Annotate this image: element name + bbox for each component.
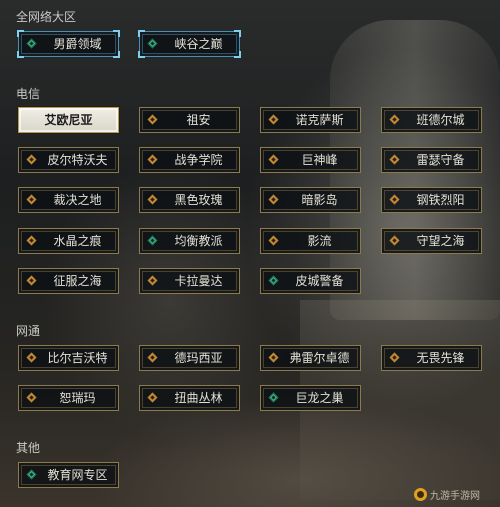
watermark-logo-icon (414, 487, 427, 501)
server-status-icon (26, 275, 37, 286)
server-button-netcom-5[interactable]: 扭曲丛林 (139, 385, 240, 411)
server-button-netcom-2[interactable]: 弗雷尔卓德 (260, 345, 361, 371)
watermark-text: 九游手游网 (430, 490, 480, 502)
server-status-icon (147, 275, 158, 286)
server-button-telecom-12[interactable]: 水晶之痕 (18, 228, 119, 254)
server-button-telecom-16[interactable]: 征服之海 (18, 268, 119, 294)
server-status-icon (268, 194, 279, 205)
server-button-netcom-4[interactable]: 恕瑞玛 (18, 385, 119, 411)
server-status-icon (26, 154, 37, 165)
server-status-icon (147, 154, 158, 165)
server-button-telecom-0[interactable]: 艾欧尼亚 (18, 107, 119, 133)
server-button-telecom-14[interactable]: 影流 (260, 228, 361, 254)
server-button-telecom-2[interactable]: 诺克萨斯 (260, 107, 361, 133)
server-button-netcom-1[interactable]: 德玛西亚 (139, 345, 240, 371)
server-button-telecom-18[interactable]: 皮城警备 (260, 268, 361, 294)
server-status-icon (147, 114, 158, 125)
server-status-icon (268, 154, 279, 165)
server-button-telecom-15[interactable]: 守望之海 (381, 228, 482, 254)
server-button-telecom-9[interactable]: 黑色玫瑰 (139, 187, 240, 213)
server-button-telecom-1[interactable]: 祖安 (139, 107, 240, 133)
server-status-icon (268, 235, 279, 246)
server-button-telecom-10[interactable]: 暗影岛 (260, 187, 361, 213)
section-title-all: 全网络大区 (16, 10, 77, 24)
server-button-telecom-7[interactable]: 雷瑟守备 (381, 147, 482, 173)
server-status-icon (147, 38, 158, 49)
server-status-icon (147, 352, 158, 363)
server-button-netcom-3[interactable]: 无畏先锋 (381, 345, 482, 371)
server-status-icon (26, 194, 37, 205)
server-status-icon (389, 194, 400, 205)
server-status-icon (268, 114, 279, 125)
section-title-other: 其他 (16, 441, 41, 455)
server-status-icon (147, 392, 158, 403)
server-status-icon (147, 194, 158, 205)
server-status-icon (389, 235, 400, 246)
server-status-icon (147, 235, 158, 246)
server-button-all-0[interactable]: 男爵领域 (17, 30, 120, 58)
server-status-icon (26, 38, 37, 49)
server-button-all-1[interactable]: 峡谷之巅 (138, 30, 241, 58)
server-status-icon (389, 154, 400, 165)
server-button-telecom-13[interactable]: 均衡教派 (139, 228, 240, 254)
server-button-telecom-8[interactable]: 裁决之地 (18, 187, 119, 213)
server-status-icon (268, 392, 279, 403)
section-title-netcom: 网通 (16, 324, 41, 338)
server-status-icon (26, 392, 37, 403)
server-status-icon (268, 275, 279, 286)
server-button-netcom-0[interactable]: 比尔吉沃特 (18, 345, 119, 371)
server-status-icon (389, 114, 400, 125)
server-status-icon (26, 235, 37, 246)
server-status-icon (389, 352, 400, 363)
server-status-icon (26, 469, 37, 480)
server-button-telecom-11[interactable]: 钢铁烈阳 (381, 187, 482, 213)
server-button-netcom-6[interactable]: 巨龙之巢 (260, 385, 361, 411)
server-status-icon (26, 352, 37, 363)
server-button-telecom-6[interactable]: 巨神峰 (260, 147, 361, 173)
server-button-telecom-4[interactable]: 皮尔特沃夫 (18, 147, 119, 173)
server-button-telecom-5[interactable]: 战争学院 (139, 147, 240, 173)
server-button-telecom-3[interactable]: 班德尔城 (381, 107, 482, 133)
watermark: 九游手游网 (414, 486, 492, 502)
section-title-telecom: 电信 (16, 87, 41, 101)
server-status-icon (268, 352, 279, 363)
server-button-other-0[interactable]: 教育网专区 (18, 462, 119, 488)
server-button-telecom-17[interactable]: 卡拉曼达 (139, 268, 240, 294)
